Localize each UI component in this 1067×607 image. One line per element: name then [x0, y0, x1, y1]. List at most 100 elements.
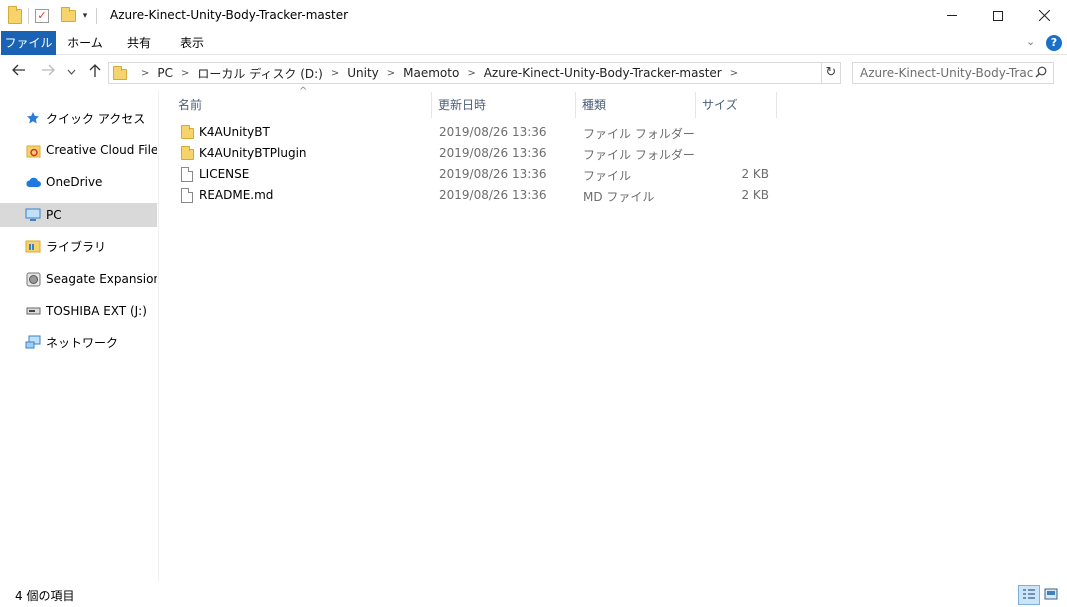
item-count: 4 個の項目 [15, 589, 75, 603]
network-icon [25, 334, 41, 350]
file-type: MD ファイル [583, 190, 655, 204]
folder-icon [8, 5, 22, 24]
tab-view[interactable]: 表示 [168, 31, 216, 55]
large-icons-view-button[interactable] [1043, 585, 1061, 605]
arrow-left-icon [12, 64, 25, 76]
table-row[interactable]: K4AUnityBTPlugin 2019/08/26 13:36 ファイル フ… [176, 143, 776, 164]
table-row[interactable]: LICENSE 2019/08/26 13:36 ファイル 2 KB [176, 164, 776, 185]
chevron-right-icon[interactable]: > [181, 68, 189, 79]
minimize-icon [947, 15, 957, 16]
column-header-date[interactable]: 更新日時 [432, 92, 576, 118]
chevron-right-icon[interactable]: > [730, 68, 738, 79]
expand-ribbon-icon[interactable]: ⌄ [1026, 35, 1035, 48]
minimize-button[interactable] [929, 0, 975, 31]
cloud-icon [25, 174, 41, 190]
sidebar-item-seagate[interactable]: Seagate Expansion Dr [0, 267, 157, 291]
breadcrumb-maemoto[interactable]: Maemoto [403, 66, 459, 80]
chevron-right-icon[interactable]: > [467, 68, 475, 79]
arrow-up-icon [89, 64, 101, 77]
new-folder-icon[interactable] [61, 7, 76, 22]
file-type: ファイル フォルダー [583, 127, 695, 141]
sidebar-item-pc[interactable]: PC [0, 203, 157, 227]
details-view-icon [1023, 589, 1035, 599]
column-header-size[interactable]: サイズ [696, 92, 777, 118]
sidebar-item-quick-access[interactable]: クイック アクセス [0, 106, 157, 130]
close-button[interactable] [1021, 0, 1067, 31]
arrow-right-icon [42, 64, 55, 76]
quick-access-toolbar: ✓ ▾ [8, 5, 99, 26]
properties-icon[interactable]: ✓ [35, 9, 49, 23]
maximize-icon [993, 10, 1003, 21]
file-name: LICENSE [199, 167, 250, 181]
breadcrumb-pc[interactable]: PC [157, 66, 173, 80]
file-icon [181, 167, 193, 182]
details-view-button[interactable] [1018, 585, 1040, 605]
breadcrumb-current[interactable]: Azure-Kinect-Unity-Body-Tracker-master [484, 66, 722, 80]
search-icon[interactable] [1035, 66, 1047, 78]
star-icon [25, 110, 41, 126]
sidebar-item-label: ネットワーク [46, 335, 119, 350]
window-title: Azure-Kinect-Unity-Body-Tracker-master [110, 8, 349, 22]
sidebar-item-label: OneDrive [46, 175, 103, 189]
sidebar-item-label: PC [46, 208, 62, 222]
divider [28, 8, 29, 24]
file-date: 2019/08/26 13:36 [439, 188, 547, 202]
breadcrumb-local-disk[interactable]: ローカル ディスク (D:) [197, 65, 322, 82]
sidebar-item-label: Seagate Expansion Dr [46, 272, 157, 286]
file-date: 2019/08/26 13:36 [439, 125, 547, 139]
sidebar-item-label: TOSHIBA EXT (J:) [46, 304, 147, 318]
library-icon [25, 238, 41, 254]
chevron-right-icon[interactable]: > [387, 68, 395, 79]
file-type: ファイル [583, 169, 632, 183]
folder-icon [181, 146, 194, 160]
forward-button[interactable] [38, 64, 58, 80]
breadcrumb-unity[interactable]: Unity [347, 66, 379, 80]
sidebar-item-label: Creative Cloud Files [46, 143, 157, 157]
address-bar[interactable]: > PC > ローカル ディスク (D:) > Unity > Maemoto … [108, 62, 925, 84]
usb-drive-icon [25, 303, 41, 319]
sidebar-item-onedrive[interactable]: OneDrive [0, 170, 157, 194]
maximize-button[interactable] [975, 0, 1021, 31]
column-header-name[interactable]: 名前 [172, 92, 432, 118]
recent-locations-button[interactable] [64, 67, 78, 78]
tab-home[interactable]: ホーム [60, 31, 110, 55]
large-icons-view-icon [1044, 588, 1058, 600]
back-button[interactable] [9, 64, 29, 80]
help-icon[interactable]: ? [1046, 35, 1062, 51]
table-row[interactable]: K4AUnityBT 2019/08/26 13:36 ファイル フォルダー [176, 122, 776, 143]
computer-icon [25, 207, 41, 223]
column-header-type[interactable]: 種類 [576, 92, 696, 118]
table-row[interactable]: README.md 2019/08/26 13:36 MD ファイル 2 KB [176, 185, 776, 206]
chevron-right-icon[interactable]: > [331, 68, 339, 79]
file-size: 2 KB [741, 188, 769, 202]
file-list: ^ 名前 更新日時 種類 サイズ K4AUnityBT 2019/08/26 1… [160, 86, 1067, 582]
search-input[interactable] [853, 63, 1033, 83]
creative-cloud-icon [25, 142, 41, 158]
tab-file[interactable]: ファイル [1, 31, 56, 55]
sidebar-item-label: クイック アクセス [46, 111, 146, 126]
refresh-button[interactable]: ↻ [822, 62, 841, 84]
customize-toolbar-icon[interactable]: ▾ [80, 11, 90, 21]
file-name: README.md [199, 188, 274, 202]
file-name: K4AUnityBT [199, 125, 270, 139]
file-icon [181, 188, 193, 203]
close-icon [1038, 10, 1050, 21]
search-box[interactable] [852, 62, 1054, 84]
sidebar-item-toshiba[interactable]: TOSHIBA EXT (J:) [0, 299, 157, 323]
folder-icon [113, 66, 127, 80]
sidebar-item-creative-cloud[interactable]: Creative Cloud Files [0, 138, 157, 162]
up-button[interactable] [85, 64, 105, 82]
navigation-bar: > PC > ローカル ディスク (D:) > Unity > Maemoto … [0, 56, 1067, 90]
sidebar-item-network[interactable]: ネットワーク [0, 330, 157, 354]
tab-share[interactable]: 共有 [114, 31, 164, 55]
file-size: 2 KB [741, 167, 769, 181]
sidebar-item-library[interactable]: ライブラリ [0, 234, 157, 258]
title-bar: ✓ ▾ Azure-Kinect-Unity-Body-Tracker-mast… [0, 0, 1067, 31]
file-date: 2019/08/26 13:36 [439, 167, 547, 181]
navigation-pane: クイック アクセス Creative Cloud Files OneDrive … [0, 90, 159, 582]
chevron-down-icon [67, 69, 75, 75]
file-name: K4AUnityBTPlugin [199, 146, 307, 160]
file-date: 2019/08/26 13:36 [439, 146, 547, 160]
ribbon: ファイル ホーム 共有 表示 ⌄ ? [0, 31, 1067, 55]
chevron-right-icon: > [141, 67, 150, 79]
